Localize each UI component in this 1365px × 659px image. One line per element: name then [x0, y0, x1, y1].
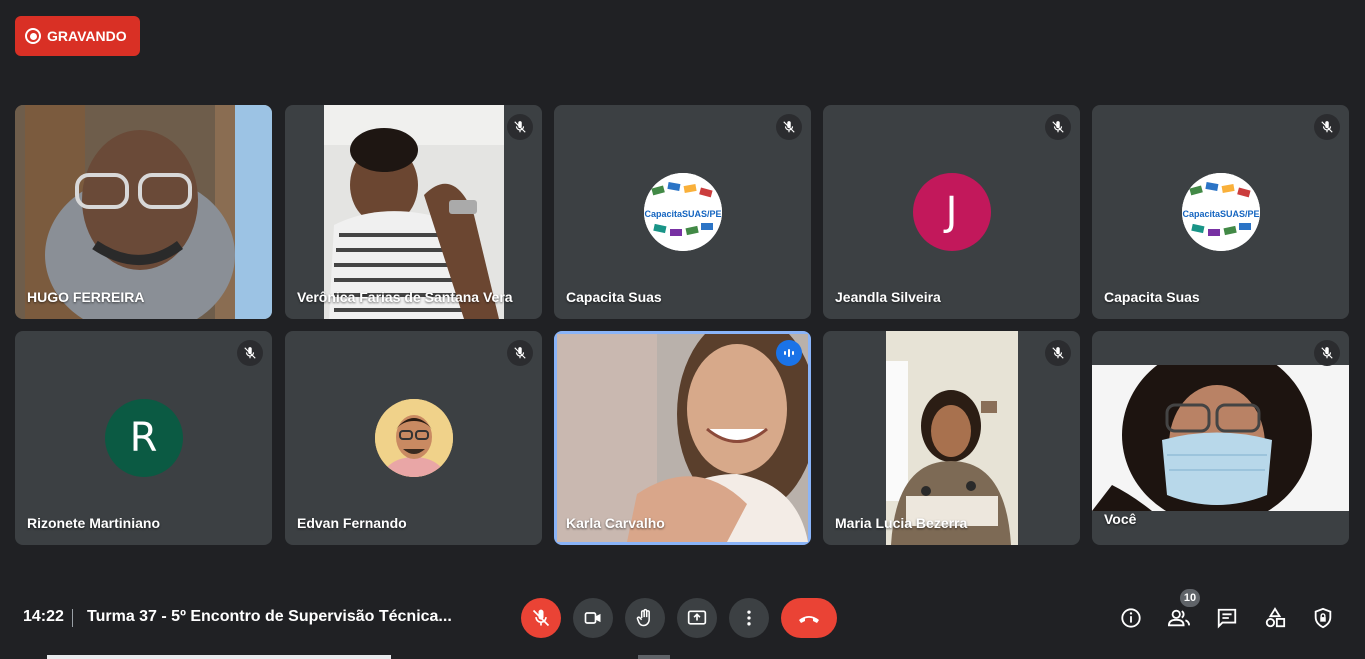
mic-toggle-button[interactable]: [521, 598, 561, 638]
participant-video: [1092, 345, 1349, 525]
meeting-details-button[interactable]: [1115, 602, 1147, 634]
people-icon: [1167, 609, 1190, 627]
participant-name: Verônica Farias de Santana Vera: [297, 289, 513, 305]
video-frame: [886, 331, 1018, 545]
hang-up-icon: [799, 616, 819, 623]
participant-name: Karla Carvalho: [566, 515, 665, 531]
mic-muted-icon: [237, 340, 263, 366]
avatar: R: [104, 399, 183, 477]
camera-icon: [584, 612, 601, 624]
participant-tile-maria[interactable]: Maria Lucia Bezerra: [823, 331, 1080, 545]
video-frame: [1092, 345, 1349, 525]
more-options-button[interactable]: [729, 598, 769, 638]
logo-graphic: CapacitaSUAS/PE: [643, 173, 722, 251]
participant-name: Maria Lucia Bezerra: [835, 515, 968, 531]
video-frame: [324, 105, 504, 319]
avatar: J: [912, 173, 991, 251]
capacita-suas-logo: CapacitaSUAS/PE: [643, 173, 722, 251]
tab-indicator: [47, 655, 391, 659]
speaking-indicator-icon: [776, 340, 802, 366]
participant-tile-capacita-1[interactable]: CapacitaSUAS/PE Capacita Suas: [554, 105, 811, 319]
participant-tile-capacita-2[interactable]: CapacitaSUAS/PE Capacita Suas: [1092, 105, 1349, 319]
participant-name: Você: [1104, 511, 1137, 527]
mic-off-icon: [532, 609, 550, 627]
shield-lock-icon: [1314, 607, 1332, 629]
recording-badge[interactable]: GRAVANDO: [15, 16, 140, 56]
chat-button[interactable]: [1211, 602, 1243, 634]
tab-indicator: [638, 655, 670, 659]
record-icon: [25, 28, 41, 44]
participant-name: Capacita Suas: [1104, 289, 1200, 305]
meeting-title: Turma 37 - 5º Encontro de Supervisão Téc…: [87, 608, 452, 625]
mic-muted-icon: [1314, 340, 1340, 366]
participant-tile-voce[interactable]: Você: [1092, 331, 1349, 545]
activities-icon: [1265, 607, 1286, 628]
present-screen-button[interactable]: [677, 598, 717, 638]
hand-icon: [636, 608, 650, 627]
participant-name: Capacita Suas: [566, 289, 662, 305]
participant-name: Jeandla Silveira: [835, 289, 941, 305]
meeting-toolbar: 14:22 Turma 37 - 5º Encontro de Supervis…: [0, 580, 1365, 655]
camera-toggle-button[interactable]: [573, 598, 613, 638]
participant-tile-edvan[interactable]: Edvan Fernando: [285, 331, 542, 545]
meeting-time: 14:22: [23, 608, 64, 625]
participant-video: [15, 105, 272, 319]
participant-tile-jeandla[interactable]: J Jeandla Silveira: [823, 105, 1080, 319]
video-frame: [557, 331, 811, 542]
leave-call-button[interactable]: [781, 598, 837, 638]
participant-video: [324, 105, 504, 319]
mic-muted-icon: [1314, 114, 1340, 140]
chat-icon: [1217, 608, 1237, 629]
video-frame: [15, 105, 272, 319]
participant-tile-veronica[interactable]: Verônica Farias de Santana Vera: [285, 105, 542, 319]
more-vert-icon: [747, 610, 751, 626]
present-icon: [687, 610, 707, 625]
participant-tile-hugo[interactable]: HUGO FERREIRA: [15, 105, 272, 319]
mic-muted-icon: [776, 114, 802, 140]
participant-name: Rizonete Martiniano: [27, 515, 161, 531]
participant-name: Edvan Fernando: [297, 515, 407, 531]
logo-text: CapacitaSUAS/PE: [644, 209, 721, 219]
activities-button[interactable]: [1259, 602, 1291, 634]
participant-tile-rizonete[interactable]: R Rizonete Martiniano: [15, 331, 272, 545]
raise-hand-button[interactable]: [625, 598, 665, 638]
mic-muted-icon: [507, 114, 533, 140]
host-controls-button[interactable]: [1307, 602, 1339, 634]
participant-video: [557, 331, 811, 542]
info-icon: [1121, 608, 1141, 628]
avatar: [374, 399, 453, 477]
participant-name: HUGO FERREIRA: [27, 289, 145, 305]
participant-video: [886, 331, 1018, 545]
mic-muted-icon: [1045, 340, 1071, 366]
mic-muted-icon: [507, 340, 533, 366]
participant-tile-karla[interactable]: Karla Carvalho: [554, 331, 811, 545]
mic-muted-icon: [1045, 114, 1071, 140]
logo-graphic: CapacitaSUAS/PE: [1181, 173, 1260, 251]
logo-text: CapacitaSUAS/PE: [1182, 209, 1259, 219]
divider: [72, 609, 73, 627]
profile-photo: [374, 399, 453, 477]
recording-label: GRAVANDO: [47, 28, 127, 44]
capacita-suas-logo: CapacitaSUAS/PE: [1181, 173, 1260, 251]
people-count-badge: 10: [1180, 589, 1200, 607]
